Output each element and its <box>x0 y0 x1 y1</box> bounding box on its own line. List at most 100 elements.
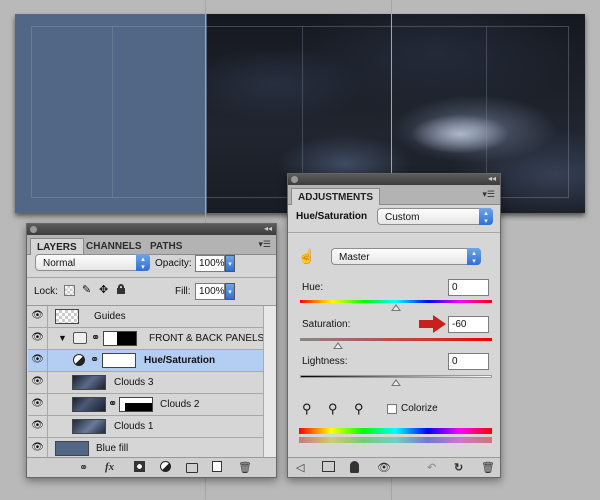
opacity-dropdown-icon[interactable]: ▾ <box>225 255 235 272</box>
link-icon[interactable]: ⚭ <box>90 353 99 366</box>
saturation-slider-track[interactable] <box>300 338 492 341</box>
lock-position-icon[interactable]: ✥ <box>99 283 108 296</box>
divider <box>288 232 500 233</box>
add-mask-icon[interactable] <box>134 461 145 472</box>
new-adjustment-icon[interactable] <box>160 461 171 472</box>
layer-mask-thumbnail[interactable] <box>119 397 153 412</box>
back-arrow-icon[interactable]: ◁ <box>296 461 304 474</box>
visibility-eye-icon[interactable]: 👁 <box>28 328 48 349</box>
lock-transparency-icon[interactable] <box>64 285 75 296</box>
lock-all-icon[interactable] <box>117 284 125 294</box>
layers-scrollbar[interactable] <box>263 306 276 457</box>
saturation-slider-knob[interactable] <box>333 342 344 349</box>
visibility-eye-icon[interactable]: 👁 <box>28 372 48 393</box>
hue-slider-knob[interactable] <box>391 304 401 311</box>
disclosure-triangle-icon[interactable]: ▼ <box>58 333 67 343</box>
divider <box>27 277 276 278</box>
lock-label: Lock: <box>34 286 58 297</box>
visibility-eye-icon[interactable]: 👁 <box>28 416 48 437</box>
adjustments-footer: ◁ 👁 ↶ ↻ 🗑 <box>288 457 500 477</box>
visibility-eye-icon[interactable]: 👁 <box>28 394 48 415</box>
link-layers-icon[interactable]: ⚭ <box>79 461 88 474</box>
layers-tab-strip: LAYERS CHANNELS PATHS ▾☰ <box>27 235 276 255</box>
collapse-icon[interactable]: ◂◂ <box>488 174 496 183</box>
saturation-field[interactable]: -60 <box>448 316 489 333</box>
lightness-slider-knob[interactable] <box>391 379 401 386</box>
layer-row-hue-saturation[interactable]: 👁 ⚭ Hue/Saturation <box>28 350 274 372</box>
previous-state-icon[interactable]: ↶ <box>427 461 436 474</box>
output-color-bar <box>299 437 492 443</box>
trash-icon[interactable]: 🗑 <box>238 461 252 474</box>
layer-row-clouds-3[interactable]: 👁 Clouds 3 <box>28 372 274 394</box>
close-icon[interactable] <box>30 226 37 233</box>
eyedropper-minus-icon[interactable]: ⚲ <box>354 401 364 417</box>
panel-titlebar[interactable]: ◂◂ <box>288 174 500 185</box>
blend-mode-value: Normal <box>43 258 76 269</box>
hue-slider-track[interactable] <box>300 300 492 303</box>
visibility-eye-icon[interactable]: 👁 <box>28 350 48 371</box>
adjustment-type-label: Hue/Saturation <box>296 211 368 222</box>
layer-name: Clouds 2 <box>160 399 200 410</box>
panel-titlebar[interactable]: ◂◂ <box>27 224 276 235</box>
link-icon[interactable]: ⚭ <box>91 331 100 344</box>
tab-adjustments[interactable]: ADJUSTMENTS <box>291 188 381 205</box>
collapse-icon[interactable]: ◂◂ <box>264 224 272 233</box>
targeted-adjustment-hand-icon[interactable]: ☝ <box>298 248 315 265</box>
layer-row-clouds-2[interactable]: 👁 ⚭ Clouds 2 <box>28 394 274 416</box>
visibility-eye-icon[interactable]: 👁 <box>28 306 48 327</box>
fill-dropdown-icon[interactable]: ▾ <box>225 283 235 300</box>
eyedropper-plus-icon[interactable]: ⚲ <box>328 401 338 417</box>
expand-view-icon[interactable] <box>322 461 335 472</box>
layer-name: Clouds 3 <box>114 377 154 388</box>
layer-thumbnail <box>55 441 89 456</box>
layer-thumbnail <box>72 419 106 434</box>
link-icon[interactable]: ⚭ <box>108 397 117 410</box>
layer-row-guides[interactable]: 👁 Guides <box>28 306 274 328</box>
layer-row-group[interactable]: 👁 ▼ ⚭ FRONT & BACK PANELS <box>28 328 274 350</box>
trash-icon[interactable]: 🗑 <box>481 461 495 474</box>
colorize-checkbox[interactable] <box>387 404 397 414</box>
hue-field[interactable]: 0 <box>448 279 489 296</box>
layer-row-clouds-1[interactable]: 👁 Clouds 1 <box>28 416 274 438</box>
visibility-eye-icon[interactable]: 👁 <box>28 438 48 457</box>
clip-to-layer-icon[interactable] <box>350 461 359 473</box>
preset-value: Custom <box>385 212 420 223</box>
lightness-field[interactable]: 0 <box>448 353 489 370</box>
red-arrow-icon <box>419 315 446 333</box>
channel-value: Master <box>339 252 370 263</box>
input-color-bar <box>299 428 492 434</box>
eyedropper-icon[interactable]: ⚲ <box>302 401 312 417</box>
layer-row-blue-fill[interactable]: 👁 Blue fill <box>28 438 274 457</box>
new-layer-icon[interactable] <box>212 461 222 472</box>
layer-name: Guides <box>94 311 126 322</box>
lightness-label: Lightness: <box>302 356 348 367</box>
reset-icon[interactable]: ↻ <box>454 461 463 474</box>
fx-icon[interactable]: fx <box>105 461 114 473</box>
layer-name: FRONT & BACK PANELS <box>149 333 265 344</box>
close-icon[interactable] <box>291 176 298 183</box>
preset-select[interactable]: Custom ▴ ▾ <box>377 208 493 225</box>
layer-thumbnail <box>72 375 106 390</box>
layer-mask-thumbnail[interactable] <box>103 331 137 346</box>
panel-menu-icon[interactable]: ▾☰ <box>258 239 271 250</box>
fill-field[interactable]: 100% <box>195 283 225 300</box>
select-arrows-icon: ▴ ▾ <box>479 208 493 225</box>
channel-select[interactable]: Master ▴ ▾ <box>331 248 481 265</box>
panel-menu-icon[interactable]: ▾☰ <box>482 189 495 200</box>
visibility-eye-icon[interactable]: 👁 <box>377 461 391 474</box>
tab-paths[interactable]: PATHS <box>144 238 188 255</box>
tab-channels[interactable]: CHANNELS <box>80 238 148 255</box>
select-arrows-icon: ▴ ▾ <box>467 248 481 265</box>
saturation-label: Saturation: <box>302 319 351 330</box>
fill-label: Fill: <box>175 286 191 297</box>
layer-mask-thumbnail[interactable] <box>102 353 136 368</box>
adjustments-panel: ◂◂ ADJUSTMENTS ▾☰ Hue/Saturation Custom … <box>287 173 501 478</box>
blend-mode-select[interactable]: Normal ▴ ▾ <box>35 254 150 271</box>
folder-icon <box>73 332 87 344</box>
layer-name: Hue/Saturation <box>144 355 216 366</box>
tab-layers[interactable]: LAYERS <box>30 238 84 255</box>
lightness-slider-track[interactable] <box>300 375 492 378</box>
new-group-icon[interactable] <box>186 463 198 473</box>
lock-pixels-icon[interactable]: ✎ <box>82 283 91 296</box>
opacity-field[interactable]: 100% <box>195 255 225 272</box>
